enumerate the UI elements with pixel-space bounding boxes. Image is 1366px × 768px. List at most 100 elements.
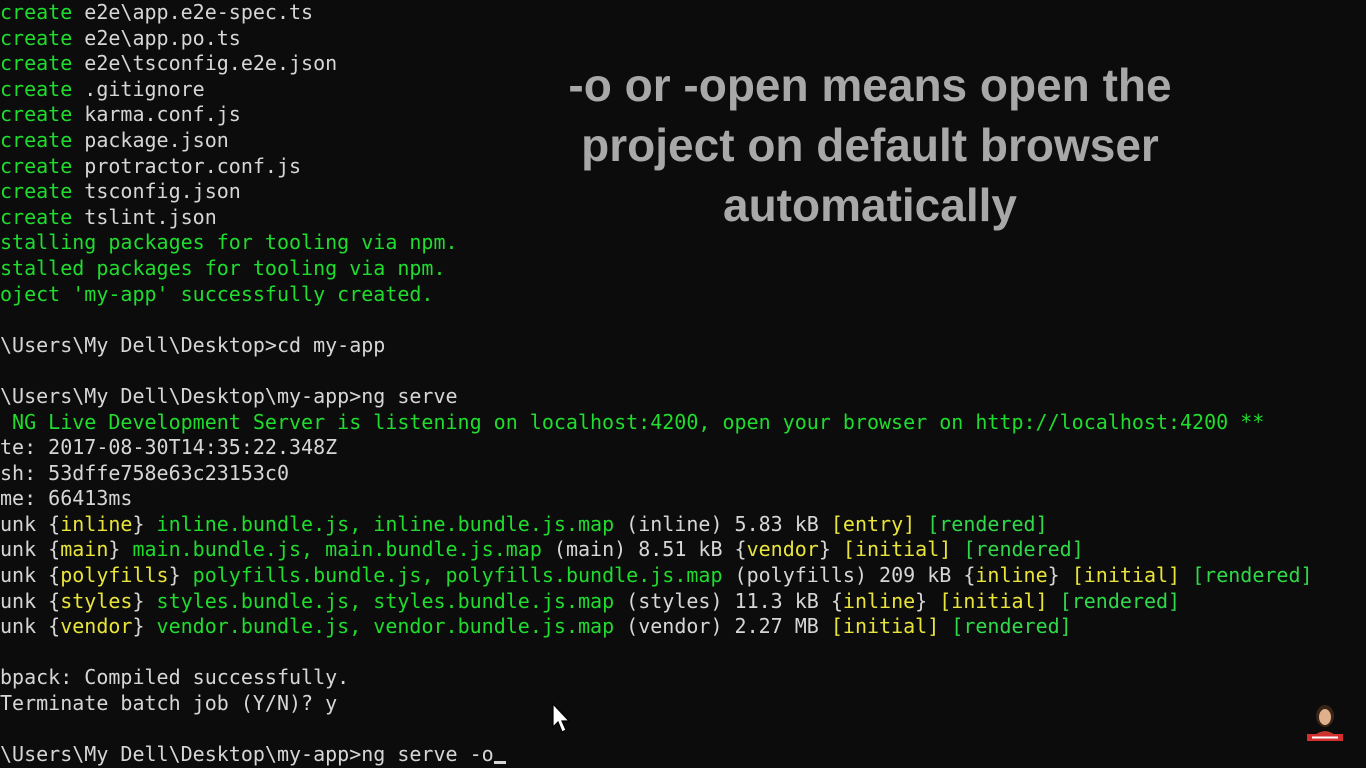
terminal-text-segment: Terminate batch job (Y/N)? y: [0, 691, 338, 716]
terminal-text-segment: te: 2017-08-30T14:35:22.348Z: [0, 435, 338, 460]
terminal-text-segment: [initial]: [842, 537, 952, 562]
terminal-line: bpack: Compiled successfully.: [0, 665, 1366, 691]
terminal-text-segment: create: [0, 204, 85, 229]
terminal-text-segment: stalled packages for tooling via npm.: [0, 255, 446, 280]
terminal-text-segment: }: [132, 588, 145, 613]
terminal-line: Terminate batch job (Y/N)? y: [0, 691, 1366, 717]
terminal-text-segment: unk: [0, 511, 49, 536]
terminal-text-segment: create: [0, 0, 85, 24]
terminal-text-segment: tsconfig.json: [84, 179, 241, 204]
terminal-text-segment: inline: [842, 588, 916, 613]
terminal-line: oject 'my-app' successfully created.: [0, 282, 1366, 308]
terminal-text-segment: create: [0, 76, 85, 101]
terminal-text-segment: main: [60, 537, 109, 562]
terminal-text-segment: unk: [0, 588, 49, 613]
terminal-line: unk {styles} styles.bundle.js, styles.bu…: [0, 589, 1366, 615]
terminal-line: unk { polyfills} polyfills.bundle.js, pol…: [0, 563, 1366, 589]
terminal-line: \Users\My Dell\Desktop>cd my-app: [0, 333, 1366, 359]
terminal-text-segment: \Users\My Dell\Desktop\my-app>ng serve: [0, 383, 458, 408]
terminal-text-segment: {: [48, 588, 61, 613]
terminal-text-segment: vendor.bundle.js, vendor.bundle.js.map: [144, 614, 615, 639]
terminal-text-segment: }: [818, 537, 843, 562]
terminal-text-segment: \Users\My Dell\Desktop\my-app>ng serve -…: [0, 742, 494, 767]
terminal-text-segment: create: [0, 179, 85, 204]
terminal-line: create e2e\app.po.ts: [0, 26, 1366, 52]
terminal-text-segment: [rendered]: [1180, 563, 1313, 588]
terminal-text-segment: vendor: [746, 537, 819, 562]
terminal-line: sh: 53dffe758e63c23153c0: [0, 461, 1366, 487]
caption-line-1: -o or -open means open the: [568, 59, 1172, 111]
caption-line-3: automatically: [723, 179, 1017, 231]
terminal-text-segment: [rendered]: [1047, 588, 1181, 613]
terminal-text-segment: }: [108, 537, 121, 562]
terminal-text-segment: {: [734, 537, 747, 562]
caption-line-2: project on default browser: [581, 119, 1159, 171]
terminal-text-segment: tslint.json: [84, 204, 217, 229]
terminal-text-segment: (inline) 5.83 kB: [614, 511, 831, 536]
terminal-text-segment: .gitignore: [84, 76, 205, 101]
terminal-text-segment: (styles) 11.3 kB: [614, 588, 831, 613]
terminal-text-segment: (main) 8.51 kB: [541, 537, 735, 562]
terminal-text-segment: {: [830, 588, 843, 613]
terminal-text-segment: polyfills.bundle.js, polyfills.bundle.js…: [180, 563, 723, 588]
terminal-text-segment: }: [1047, 563, 1072, 588]
terminal-text-segment: create: [0, 51, 85, 76]
terminal-text-segment: stalling packages for tooling via npm.: [0, 230, 458, 255]
terminal-line: unk {inline} inline.bundle.js, inline.bu…: [0, 512, 1366, 538]
terminal-line: unk {main} main.bundle.js, main.bundle.j…: [0, 537, 1366, 563]
terminal-text-segment: main.bundle.js, main.bundle.js.map: [120, 537, 542, 562]
screen: create e2e\app.e2e-spec.ts create e2e\app…: [0, 0, 1366, 768]
terminal-line: te: 2017-08-30T14:35:22.348Z: [0, 435, 1366, 461]
terminal-text-segment: [initial]: [1071, 563, 1181, 588]
terminal-text-segment: NG Live Development Server is listening …: [0, 409, 1265, 434]
terminal-text-segment: inline: [60, 511, 133, 536]
terminal-text-segment: (vendor) 2.27 MB: [614, 614, 831, 639]
terminal-line: \Users\My Dell\Desktop\my-app>ng serve -…: [0, 742, 1366, 768]
terminal-text-segment: e2e\app.e2e-spec.ts: [84, 0, 314, 24]
terminal-text-segment: karma.conf.js: [84, 102, 241, 127]
terminal-text-segment: }: [132, 511, 145, 536]
terminal-text-segment: create: [0, 102, 85, 127]
terminal-text-segment: }: [915, 588, 940, 613]
terminal-text-segment: {: [48, 614, 61, 639]
terminal-text-segment: [entry]: [830, 511, 916, 536]
terminal-text-segment: styles: [60, 588, 133, 613]
terminal-text-segment: styles.bundle.js, styles.bundle.js.map: [144, 588, 615, 613]
terminal-text-segment: polyfills: [60, 563, 169, 588]
terminal-text-segment: [initial]: [939, 588, 1048, 613]
terminal-text-segment: protractor.conf.js: [84, 153, 302, 178]
terminal-text-segment: bpack: Compiled successfully.: [0, 665, 350, 690]
caption-overlay: -o or -open means open the project on de…: [510, 55, 1230, 235]
terminal-text-segment: [rendered]: [939, 614, 1072, 639]
mouse-pointer-icon: [552, 703, 570, 733]
terminal-text-segment: oject 'my-app' successfully created.: [0, 281, 434, 306]
terminal-line: stalled packages for tooling via npm.: [0, 256, 1366, 282]
terminal-text-segment: vendor: [60, 614, 133, 639]
terminal-text-segment: unk: [0, 537, 49, 562]
terminal-text-segment: unk: [0, 614, 49, 639]
terminal-text-segment: create: [0, 153, 85, 178]
terminal-text-segment: sh: 53dffe758e63c23153c0: [0, 460, 289, 485]
channel-logo-icon: [1307, 705, 1343, 741]
terminal-text-segment: {: [48, 511, 61, 536]
terminal-text-segment: }: [168, 563, 181, 588]
terminal-text-segment: {: [48, 537, 61, 562]
terminal-text-segment: create: [0, 25, 85, 50]
terminal-text-segment: e2e\app.po.ts: [84, 25, 241, 50]
terminal-text-segment: package.json: [84, 127, 229, 152]
terminal-text-segment: [rendered]: [915, 511, 1048, 536]
terminal-text-segment: create: [0, 127, 85, 152]
terminal-text-segment: unk: [0, 563, 49, 588]
terminal-text-segment: me: 66413ms: [0, 486, 133, 511]
terminal-text-segment: e2e\tsconfig.e2e.json: [84, 51, 338, 76]
terminal-text-segment: {: [963, 563, 976, 588]
text-cursor: [493, 761, 506, 765]
terminal-line: unk {vendor} vendor.bundle.js, vendor.bu…: [0, 614, 1366, 640]
terminal-line: create e2e\app.e2e-spec.ts: [0, 0, 1366, 26]
terminal-text-segment: \Users\My Dell\Desktop>cd my-app: [0, 332, 386, 357]
terminal-text-segment: (polyfills) 209 kB: [722, 563, 964, 588]
terminal-text-segment: [initial]: [830, 614, 940, 639]
terminal-text-segment: }: [132, 614, 145, 639]
